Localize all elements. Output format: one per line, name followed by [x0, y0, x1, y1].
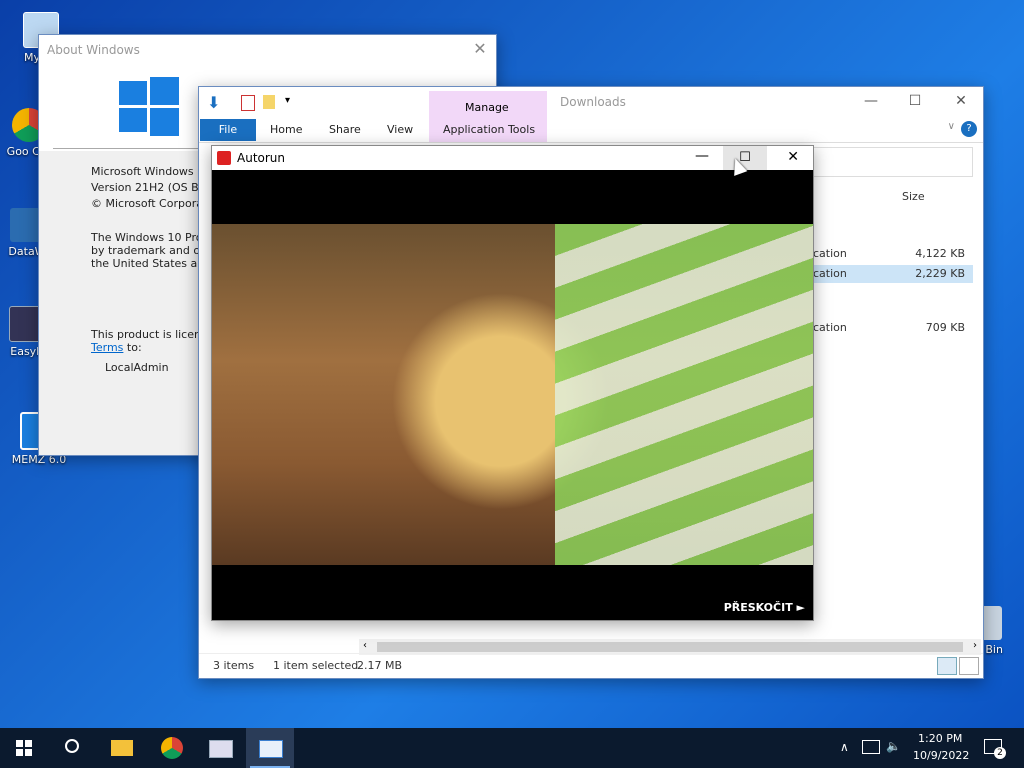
- license-line-1: The Windows 10 Pro o: [91, 231, 213, 244]
- search-button[interactable]: [48, 728, 96, 768]
- file-size: 2,229 KB: [915, 267, 965, 280]
- about-titlebar[interactable]: About Windows ✕: [39, 35, 496, 65]
- licensed-user: LocalAdmin: [105, 361, 169, 374]
- large-icons-view-icon[interactable]: [959, 657, 979, 675]
- license-line-3: the United States and: [91, 257, 212, 270]
- about-title: About Windows: [47, 43, 140, 57]
- close-icon[interactable]: ✕: [949, 93, 973, 111]
- ribbon-tabs: Home Share View Application Tools ? ∨: [199, 119, 983, 141]
- taskbar-autorun[interactable]: [246, 728, 294, 768]
- search-icon: [65, 739, 79, 753]
- close-icon[interactable]: ✕: [787, 149, 799, 165]
- file-type: cation: [813, 267, 847, 280]
- notification-count-badge: 2: [994, 747, 1006, 759]
- download-arrow-icon[interactable]: ⬇: [207, 93, 220, 112]
- tab-view[interactable]: View: [387, 123, 413, 136]
- status-size: 2.17 MB: [357, 659, 403, 672]
- status-selection: 1 item selected: [273, 659, 359, 672]
- network-icon[interactable]: [862, 740, 880, 754]
- status-item-count: 3 items: [213, 659, 255, 672]
- window-title: Downloads: [560, 95, 626, 109]
- volume-icon[interactable]: 🔈: [886, 739, 901, 753]
- terms-suffix: to:: [123, 341, 142, 354]
- ribbon-divider: [199, 142, 983, 143]
- chrome-icon: [161, 737, 183, 759]
- autorun-titlebar[interactable]: Autorun — ☐ ✕: [212, 146, 813, 170]
- minimize-icon[interactable]: —: [859, 93, 883, 111]
- windows-start-icon: [16, 740, 32, 756]
- chevron-down-icon[interactable]: ▾: [285, 95, 290, 106]
- close-icon[interactable]: ✕: [470, 39, 490, 59]
- column-header-size[interactable]: Size: [902, 190, 925, 203]
- clock-time[interactable]: 1:20 PM: [918, 732, 962, 745]
- status-bar: 3 items 1 item selected 2.17 MB: [199, 653, 983, 678]
- video-frame: [212, 224, 813, 565]
- video-player[interactable]: PŘESKOČIT ►: [212, 170, 813, 620]
- scroll-right-icon[interactable]: ›: [973, 640, 977, 651]
- taskbar: ∧ 🔈 1:20 PM 10/9/2022 2: [0, 728, 1024, 768]
- folder-icon: [111, 740, 133, 756]
- clock-date[interactable]: 10/9/2022: [913, 749, 969, 762]
- file-size: 4,122 KB: [915, 247, 965, 260]
- scroll-left-icon[interactable]: ‹: [363, 640, 367, 651]
- minimize-icon[interactable]: —: [695, 148, 709, 164]
- autorun-app-icon: [259, 740, 283, 758]
- search-box[interactable]: [811, 147, 973, 177]
- properties-icon[interactable]: [241, 95, 255, 111]
- folder-icon[interactable]: [263, 95, 275, 109]
- manage-label: Manage: [465, 101, 509, 114]
- autorun-window: Autorun — ☐ ✕ PŘESKOČIT ►: [211, 145, 814, 621]
- details-view-icon[interactable]: [937, 657, 957, 675]
- ribbon-expand-icon[interactable]: ∨: [948, 121, 955, 132]
- about-product: Microsoft Windows: [91, 165, 194, 178]
- taskbar-file-explorer[interactable]: [98, 728, 146, 768]
- help-icon[interactable]: ?: [961, 121, 977, 137]
- taskbar-app-window[interactable]: [196, 728, 244, 768]
- skip-button[interactable]: PŘESKOČIT ►: [724, 601, 805, 614]
- maximize-icon[interactable]: ☐: [903, 93, 927, 111]
- taskbar-chrome[interactable]: [148, 728, 196, 768]
- file-type: cation: [813, 247, 847, 260]
- windows-logo-icon: [119, 77, 179, 136]
- show-hidden-icons-icon[interactable]: ∧: [840, 740, 849, 754]
- tab-application-tools[interactable]: Application Tools: [443, 123, 535, 136]
- file-size: 709 KB: [925, 321, 965, 334]
- start-button[interactable]: [0, 728, 48, 768]
- terms-link[interactable]: Terms: [91, 341, 123, 354]
- app-window-icon: [209, 740, 233, 758]
- autorun-app-icon: [217, 151, 231, 165]
- tab-home[interactable]: Home: [270, 123, 302, 136]
- autorun-title: Autorun: [237, 151, 286, 165]
- tab-share[interactable]: Share: [329, 123, 361, 136]
- file-type: cation: [813, 321, 847, 334]
- scrollbar-thumb[interactable]: [377, 642, 963, 652]
